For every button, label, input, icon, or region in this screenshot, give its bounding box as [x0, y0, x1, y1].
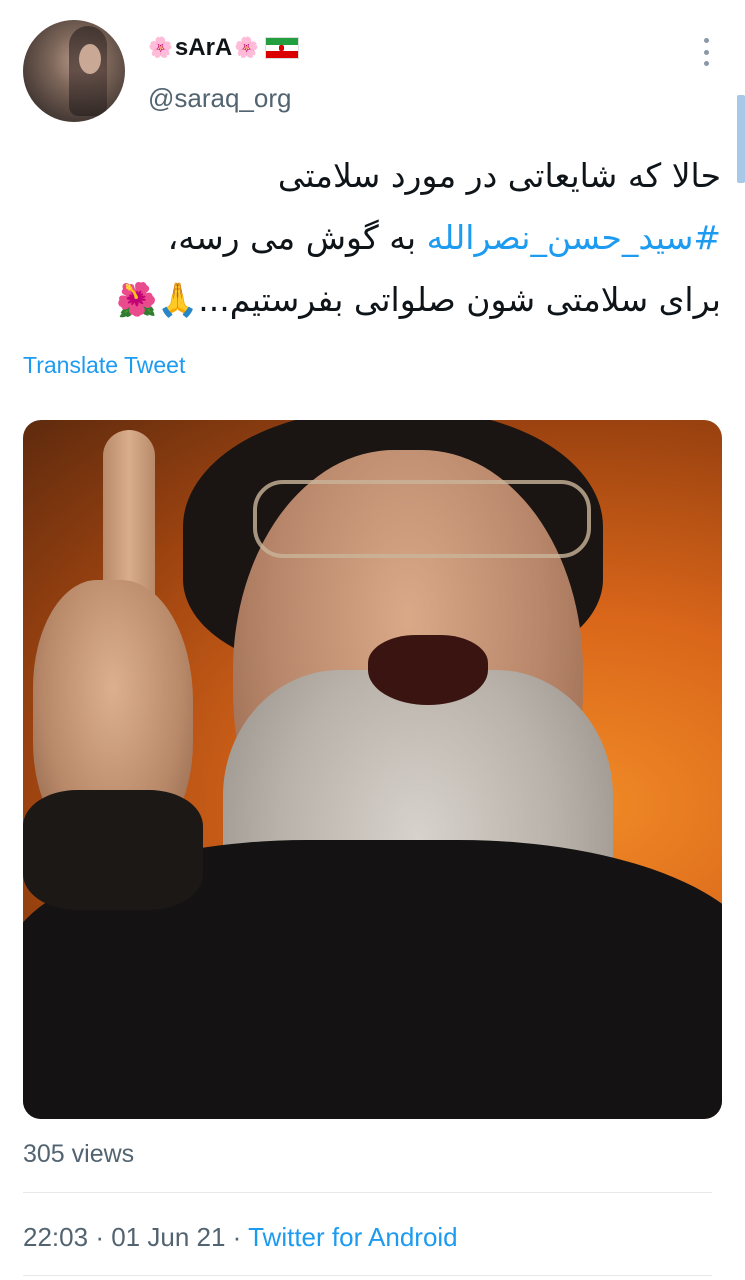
divider — [23, 1192, 712, 1193]
pray-flower-emoji-icon: 🙏🌺 — [116, 280, 199, 319]
tweet-detail: 🌸 sArA 🌸 @saraq_org حالا که شایعاتی در م… — [0, 0, 745, 1280]
tweet-text: حالا که شایعاتی در مورد سلامتی #سید_حسن_… — [21, 145, 721, 331]
tweet-date[interactable]: 01 Jun 21 — [111, 1222, 225, 1252]
divider — [23, 1275, 712, 1276]
tweet-media-image[interactable] — [23, 420, 722, 1119]
tweet-text-line-3: برای سلامتی شون صلواتی بفرستیم...🙏🌺 — [21, 269, 721, 331]
author-handle[interactable]: @saraq_org — [148, 83, 291, 114]
media-raised-hand — [23, 430, 203, 910]
tweet-time[interactable]: 22:03 — [23, 1222, 88, 1252]
scrollbar[interactable] — [737, 95, 745, 183]
tweet-text-line-3-text: برای سلامتی شون صلواتی بفرستیم... — [198, 280, 721, 319]
tweet-text-line-2: #سید_حسن_نصرالله به گوش می رسه، — [21, 207, 721, 269]
avatar[interactable] — [23, 20, 125, 122]
author-name[interactable]: sArA — [175, 34, 232, 62]
iran-flag-icon — [265, 37, 300, 59]
meta-separator: · — [95, 1222, 104, 1252]
hashtag-link[interactable]: #سید_حسن_نصرالله — [427, 218, 721, 257]
avatar-face — [79, 44, 101, 74]
more-options-icon[interactable] — [700, 38, 712, 66]
tweet-metadata: 22:03 · 01 Jun 21 · Twitter for Android — [23, 1222, 458, 1253]
tweet-text-line-1: حالا که شایعاتی در مورد سلامتی — [277, 156, 721, 195]
flower-emoji-icon: 🌸 — [148, 37, 173, 59]
author-name-row[interactable]: 🌸 sArA 🌸 — [148, 34, 300, 62]
tweet-source-link[interactable]: Twitter for Android — [248, 1222, 458, 1252]
media-mouth — [368, 635, 488, 705]
media-glasses — [253, 480, 591, 558]
flower-emoji-icon: 🌸 — [234, 37, 260, 59]
meta-separator: · — [232, 1222, 242, 1252]
tweet-text-line-2-rest: به گوش می رسه، — [167, 218, 417, 257]
view-count: 305 views — [23, 1140, 135, 1168]
translate-tweet-link[interactable]: Translate Tweet — [23, 352, 185, 379]
